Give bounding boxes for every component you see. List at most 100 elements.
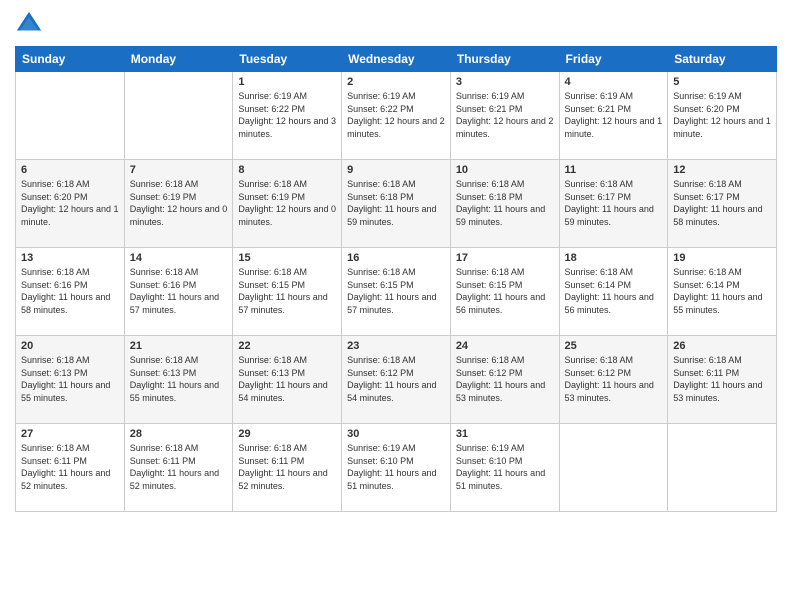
day-number: 4 [565,76,663,88]
week-row-2: 6 Sunrise: 6:18 AMSunset: 6:20 PMDayligh… [16,160,777,248]
page: SundayMondayTuesdayWednesdayThursdayFrid… [0,0,792,612]
day-info: Sunrise: 6:18 AMSunset: 6:12 PMDaylight:… [347,354,445,404]
calendar: SundayMondayTuesdayWednesdayThursdayFrid… [15,46,777,512]
weekday-header-friday: Friday [559,47,668,72]
day-number: 13 [21,252,119,264]
day-info: Sunrise: 6:19 AMSunset: 6:10 PMDaylight:… [456,442,554,492]
day-cell: 27 Sunrise: 6:18 AMSunset: 6:11 PMDaylig… [16,424,125,512]
header [15,10,777,38]
weekday-header-thursday: Thursday [450,47,559,72]
day-cell: 26 Sunrise: 6:18 AMSunset: 6:11 PMDaylig… [668,336,777,424]
day-number: 3 [456,76,554,88]
weekday-header-wednesday: Wednesday [342,47,451,72]
day-info: Sunrise: 6:18 AMSunset: 6:12 PMDaylight:… [565,354,663,404]
day-cell: 29 Sunrise: 6:18 AMSunset: 6:11 PMDaylig… [233,424,342,512]
day-cell: 2 Sunrise: 6:19 AMSunset: 6:22 PMDayligh… [342,72,451,160]
day-cell: 8 Sunrise: 6:18 AMSunset: 6:19 PMDayligh… [233,160,342,248]
day-cell [668,424,777,512]
day-number: 15 [238,252,336,264]
day-cell: 5 Sunrise: 6:19 AMSunset: 6:20 PMDayligh… [668,72,777,160]
weekday-header-monday: Monday [124,47,233,72]
day-cell: 9 Sunrise: 6:18 AMSunset: 6:18 PMDayligh… [342,160,451,248]
day-number: 22 [238,340,336,352]
day-cell: 11 Sunrise: 6:18 AMSunset: 6:17 PMDaylig… [559,160,668,248]
day-info: Sunrise: 6:18 AMSunset: 6:19 PMDaylight:… [130,178,228,228]
day-info: Sunrise: 6:19 AMSunset: 6:21 PMDaylight:… [456,90,554,140]
day-info: Sunrise: 6:19 AMSunset: 6:21 PMDaylight:… [565,90,663,140]
day-cell: 6 Sunrise: 6:18 AMSunset: 6:20 PMDayligh… [16,160,125,248]
day-info: Sunrise: 6:18 AMSunset: 6:13 PMDaylight:… [238,354,336,404]
day-cell: 15 Sunrise: 6:18 AMSunset: 6:15 PMDaylig… [233,248,342,336]
day-info: Sunrise: 6:18 AMSunset: 6:16 PMDaylight:… [21,266,119,316]
day-number: 30 [347,428,445,440]
day-info: Sunrise: 6:18 AMSunset: 6:19 PMDaylight:… [238,178,336,228]
day-cell: 20 Sunrise: 6:18 AMSunset: 6:13 PMDaylig… [16,336,125,424]
day-cell: 17 Sunrise: 6:18 AMSunset: 6:15 PMDaylig… [450,248,559,336]
day-info: Sunrise: 6:18 AMSunset: 6:15 PMDaylight:… [456,266,554,316]
day-number: 28 [130,428,228,440]
weekday-header-saturday: Saturday [668,47,777,72]
day-number: 18 [565,252,663,264]
day-info: Sunrise: 6:18 AMSunset: 6:14 PMDaylight:… [673,266,771,316]
day-info: Sunrise: 6:18 AMSunset: 6:16 PMDaylight:… [130,266,228,316]
week-row-5: 27 Sunrise: 6:18 AMSunset: 6:11 PMDaylig… [16,424,777,512]
day-cell: 12 Sunrise: 6:18 AMSunset: 6:17 PMDaylig… [668,160,777,248]
week-row-4: 20 Sunrise: 6:18 AMSunset: 6:13 PMDaylig… [16,336,777,424]
week-row-3: 13 Sunrise: 6:18 AMSunset: 6:16 PMDaylig… [16,248,777,336]
day-info: Sunrise: 6:18 AMSunset: 6:13 PMDaylight:… [21,354,119,404]
day-info: Sunrise: 6:18 AMSunset: 6:17 PMDaylight:… [673,178,771,228]
day-number: 21 [130,340,228,352]
day-cell: 22 Sunrise: 6:18 AMSunset: 6:13 PMDaylig… [233,336,342,424]
day-cell: 1 Sunrise: 6:19 AMSunset: 6:22 PMDayligh… [233,72,342,160]
day-number: 24 [456,340,554,352]
day-info: Sunrise: 6:18 AMSunset: 6:12 PMDaylight:… [456,354,554,404]
day-info: Sunrise: 6:19 AMSunset: 6:22 PMDaylight:… [238,90,336,140]
day-cell [559,424,668,512]
day-number: 9 [347,164,445,176]
day-cell: 19 Sunrise: 6:18 AMSunset: 6:14 PMDaylig… [668,248,777,336]
day-cell: 31 Sunrise: 6:19 AMSunset: 6:10 PMDaylig… [450,424,559,512]
day-number: 8 [238,164,336,176]
day-cell: 4 Sunrise: 6:19 AMSunset: 6:21 PMDayligh… [559,72,668,160]
day-cell: 28 Sunrise: 6:18 AMSunset: 6:11 PMDaylig… [124,424,233,512]
day-cell: 14 Sunrise: 6:18 AMSunset: 6:16 PMDaylig… [124,248,233,336]
day-number: 2 [347,76,445,88]
logo [15,10,47,38]
day-info: Sunrise: 6:18 AMSunset: 6:11 PMDaylight:… [130,442,228,492]
day-info: Sunrise: 6:18 AMSunset: 6:11 PMDaylight:… [238,442,336,492]
day-number: 16 [347,252,445,264]
day-info: Sunrise: 6:18 AMSunset: 6:17 PMDaylight:… [565,178,663,228]
day-number: 31 [456,428,554,440]
day-number: 20 [21,340,119,352]
day-info: Sunrise: 6:18 AMSunset: 6:11 PMDaylight:… [673,354,771,404]
day-number: 5 [673,76,771,88]
day-info: Sunrise: 6:19 AMSunset: 6:10 PMDaylight:… [347,442,445,492]
day-info: Sunrise: 6:18 AMSunset: 6:18 PMDaylight:… [456,178,554,228]
day-number: 25 [565,340,663,352]
day-info: Sunrise: 6:18 AMSunset: 6:15 PMDaylight:… [238,266,336,316]
day-info: Sunrise: 6:18 AMSunset: 6:14 PMDaylight:… [565,266,663,316]
day-info: Sunrise: 6:19 AMSunset: 6:20 PMDaylight:… [673,90,771,140]
logo-icon [15,10,43,38]
day-number: 29 [238,428,336,440]
day-cell: 24 Sunrise: 6:18 AMSunset: 6:12 PMDaylig… [450,336,559,424]
day-cell: 7 Sunrise: 6:18 AMSunset: 6:19 PMDayligh… [124,160,233,248]
day-cell: 13 Sunrise: 6:18 AMSunset: 6:16 PMDaylig… [16,248,125,336]
day-number: 19 [673,252,771,264]
day-info: Sunrise: 6:18 AMSunset: 6:18 PMDaylight:… [347,178,445,228]
day-cell: 30 Sunrise: 6:19 AMSunset: 6:10 PMDaylig… [342,424,451,512]
day-info: Sunrise: 6:18 AMSunset: 6:13 PMDaylight:… [130,354,228,404]
day-number: 14 [130,252,228,264]
day-info: Sunrise: 6:18 AMSunset: 6:20 PMDaylight:… [21,178,119,228]
day-number: 27 [21,428,119,440]
day-info: Sunrise: 6:18 AMSunset: 6:15 PMDaylight:… [347,266,445,316]
day-cell: 25 Sunrise: 6:18 AMSunset: 6:12 PMDaylig… [559,336,668,424]
day-number: 23 [347,340,445,352]
day-number: 11 [565,164,663,176]
weekday-header-sunday: Sunday [16,47,125,72]
day-info: Sunrise: 6:18 AMSunset: 6:11 PMDaylight:… [21,442,119,492]
week-row-1: 1 Sunrise: 6:19 AMSunset: 6:22 PMDayligh… [16,72,777,160]
weekday-header-row: SundayMondayTuesdayWednesdayThursdayFrid… [16,47,777,72]
day-number: 12 [673,164,771,176]
day-cell: 18 Sunrise: 6:18 AMSunset: 6:14 PMDaylig… [559,248,668,336]
